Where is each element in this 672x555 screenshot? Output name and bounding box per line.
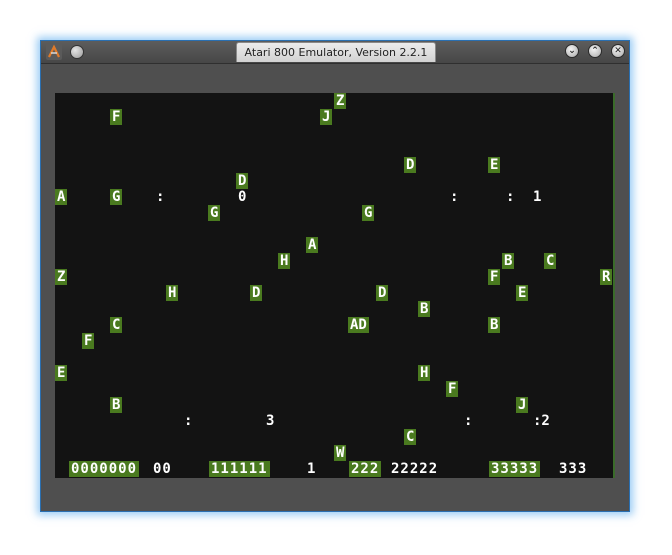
window-title: Atari 800 Emulator, Version 2.2.1 [236,42,436,62]
screen-char: 3 [266,413,275,429]
screen-char: Z [334,93,347,109]
screen-char: A [306,237,319,253]
screen-char: Z [55,269,68,285]
screen-char: H [166,285,179,301]
maximize-button[interactable]: ⌃ [588,44,602,58]
screen-char: F [82,333,95,349]
screen-char: F [488,269,501,285]
screen-char: B [418,301,431,317]
bottom-row-segment: 00 [153,461,172,477]
screen-char: AD [348,317,369,333]
screen-char: D [376,285,389,301]
screen-char: : [506,189,515,205]
bottom-row-segment: 333 [559,461,588,477]
screen-char: G [362,205,375,221]
bottom-row-segment: 22222 [391,461,439,477]
screen-char: B [110,397,123,413]
close-button[interactable]: ✕ [611,44,625,58]
screen-char: : [450,189,459,205]
emulator-screen[interactable]: Z F J D E D A G : 0 : : 1 G G A H B C Z … [55,93,615,478]
screen-char: 1 [533,189,542,205]
screen-char: B [488,317,501,333]
screen-char: J [516,397,529,413]
screen-char: A [55,189,68,205]
minimize-button[interactable]: ⌄ [565,44,579,58]
screen-char: R [600,269,613,285]
screen-char: :2 [533,413,550,429]
screen-char: : [464,413,473,429]
screen-char: E [488,157,501,173]
bottom-row-segment: 111111 [209,461,270,477]
screen-char: H [418,365,431,381]
screen-char: : [184,413,193,429]
bottom-row-segment: 33333 [489,461,541,477]
screen-char: E [516,285,529,301]
app-icon[interactable] [45,43,63,61]
screen-char: : [156,189,165,205]
pin-icon[interactable] [70,45,84,59]
bottom-row-segment: 1 [307,461,317,477]
screen-char: H [278,253,291,269]
screen-char: J [320,109,333,125]
screen-char: C [404,429,417,445]
screen-char: C [544,253,557,269]
bottom-row-segment: 0000000 [69,461,140,477]
screen-char: D [236,173,249,189]
screen-char: D [404,157,417,173]
screen-char: 0 [238,189,247,205]
screen-char: C [110,317,123,333]
screen-char: W [334,445,347,461]
emulator-window: Atari 800 Emulator, Version 2.2.1 ⌄ ⌃ ✕ … [40,40,630,512]
title-bar[interactable]: Atari 800 Emulator, Version 2.2.1 ⌄ ⌃ ✕ [41,41,629,64]
bottom-row-segment: 222 [349,461,382,477]
screen-char: B [502,253,515,269]
screen-char: G [208,205,221,221]
screen-char: D [250,285,263,301]
screen-char: G [110,189,123,205]
screen-char: F [446,381,459,397]
screen-char: E [55,365,68,381]
screen-char: F [110,109,123,125]
